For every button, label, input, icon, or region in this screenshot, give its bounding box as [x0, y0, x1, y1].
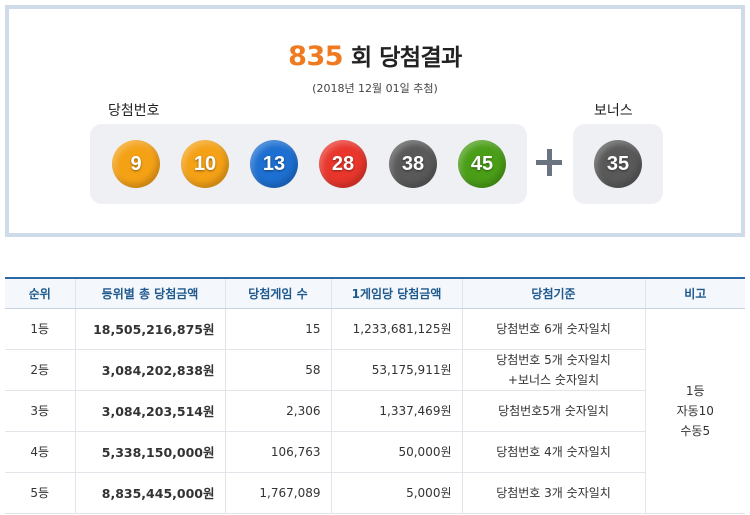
- criteria-line: 당첨번호 5개 숫자일치: [496, 352, 611, 367]
- table-row: 4등 5,338,150,000원 106,763 50,000원 당첨번호 4…: [5, 431, 745, 473]
- winner-count-cell: 1,767,089: [224, 472, 331, 514]
- prize-per-game-cell: 5,000원: [330, 472, 462, 514]
- total-prize-cell: 5,338,150,000원: [74, 431, 225, 473]
- header-criteria: 당첨기준: [461, 277, 645, 309]
- criteria-line: 당첨번호 3개 숫자일치: [496, 485, 611, 500]
- prize-per-game-cell: 53,175,911원: [330, 349, 462, 391]
- prize-per-game-cell: 1,233,681,125원: [330, 308, 462, 350]
- prize-per-game-cell: 50,000원: [330, 431, 462, 473]
- winner-count-cell: 15: [224, 308, 331, 350]
- draw-title: 835 회 당첨결과: [0, 38, 750, 72]
- table-row: 1등 18,505,216,875원 15 1,233,681,125원 당첨번…: [5, 308, 745, 514]
- winning-numbers-panel: 9 10 13 28 38 45: [90, 124, 527, 204]
- header-winner-count: 당첨게임 수: [224, 277, 331, 309]
- draw-round-number: 835: [288, 41, 344, 72]
- winner-count-cell: 58: [224, 349, 331, 391]
- criteria-cell: 당첨번호 6개 숫자일치: [461, 308, 645, 350]
- table-row: 5등 8,835,445,000원 1,767,089 5,000원 당첨번호 …: [5, 472, 745, 514]
- prize-per-game-cell: 1,337,469원: [330, 390, 462, 432]
- criteria-line: 당첨번호5개 숫자일치: [498, 403, 609, 418]
- plus-icon: [534, 146, 566, 180]
- rank-cell: 4등: [5, 431, 75, 473]
- winning-ball-6: 45: [458, 140, 506, 188]
- criteria-cell: 당첨번호 3개 숫자일치: [461, 472, 645, 514]
- bonus-number-panel: 35: [573, 124, 663, 204]
- rank-cell: 2등: [5, 349, 75, 391]
- header-prize-per-game: 1게임당 당첨금액: [330, 277, 462, 309]
- winning-ball-1: 9: [112, 140, 160, 188]
- draw-date: (2018년 12월 01일 추첨): [312, 82, 438, 95]
- rank-cell: 1등: [5, 308, 75, 350]
- note-line: 1등: [685, 383, 705, 398]
- table-row: 2등 3,084,202,838원 58 53,175,911원 당첨번호 5개…: [5, 349, 745, 391]
- bonus-number-label: 보너스: [594, 103, 633, 119]
- rank-cell: 3등: [5, 390, 75, 432]
- criteria-line: 당첨번호 4개 숫자일치: [496, 444, 611, 459]
- winning-ball-2: 10: [181, 140, 229, 188]
- criteria-cell: 당첨번호5개 숫자일치: [461, 390, 645, 432]
- header-note: 비고: [644, 277, 745, 309]
- winner-count-cell: 106,763: [224, 431, 331, 473]
- total-prize-cell: 18,505,216,875원: [74, 308, 225, 350]
- total-prize-cell: 3,084,203,514원: [74, 390, 225, 432]
- total-prize-cell: 8,835,445,000원: [74, 472, 225, 514]
- winner-count-cell: 2,306: [224, 390, 331, 432]
- total-prize-cell: 3,084,202,838원: [74, 349, 225, 391]
- rank-cell: 5등: [5, 472, 75, 514]
- draw-title-suffix: 회 당첨결과: [351, 45, 462, 71]
- table-row: 3등 3,084,203,514원 2,306 1,337,469원 당첨번호5…: [5, 390, 745, 432]
- criteria-cell: 당첨번호 4개 숫자일치: [461, 431, 645, 473]
- note-line: 자동10: [676, 403, 714, 418]
- table-header-row: 순위 등위별 총 당첨금액 당첨게임 수 1게임당 당첨금액 당첨기준 비고: [5, 277, 745, 309]
- criteria-line: +보너스 숫자일치: [507, 372, 600, 387]
- winning-ball-3: 13: [250, 140, 298, 188]
- criteria-cell: 당첨번호 5개 숫자일치 +보너스 숫자일치: [461, 349, 645, 391]
- prize-table: 순위 등위별 총 당첨금액 당첨게임 수 1게임당 당첨금액 당첨기준 비고 1…: [5, 277, 745, 514]
- note-line: 수동5: [680, 423, 711, 438]
- header-rank: 순위: [5, 277, 75, 309]
- winning-ball-5: 38: [389, 140, 437, 188]
- winning-ball-4: 28: [319, 140, 367, 188]
- note-cell: 1등 자동10 수동5: [644, 308, 745, 514]
- winning-numbers-label: 당첨번호: [108, 103, 160, 119]
- header-total-prize: 등위별 총 당첨금액: [74, 277, 225, 309]
- criteria-line: 당첨번호 6개 숫자일치: [496, 321, 611, 336]
- bonus-ball: 35: [594, 140, 642, 188]
